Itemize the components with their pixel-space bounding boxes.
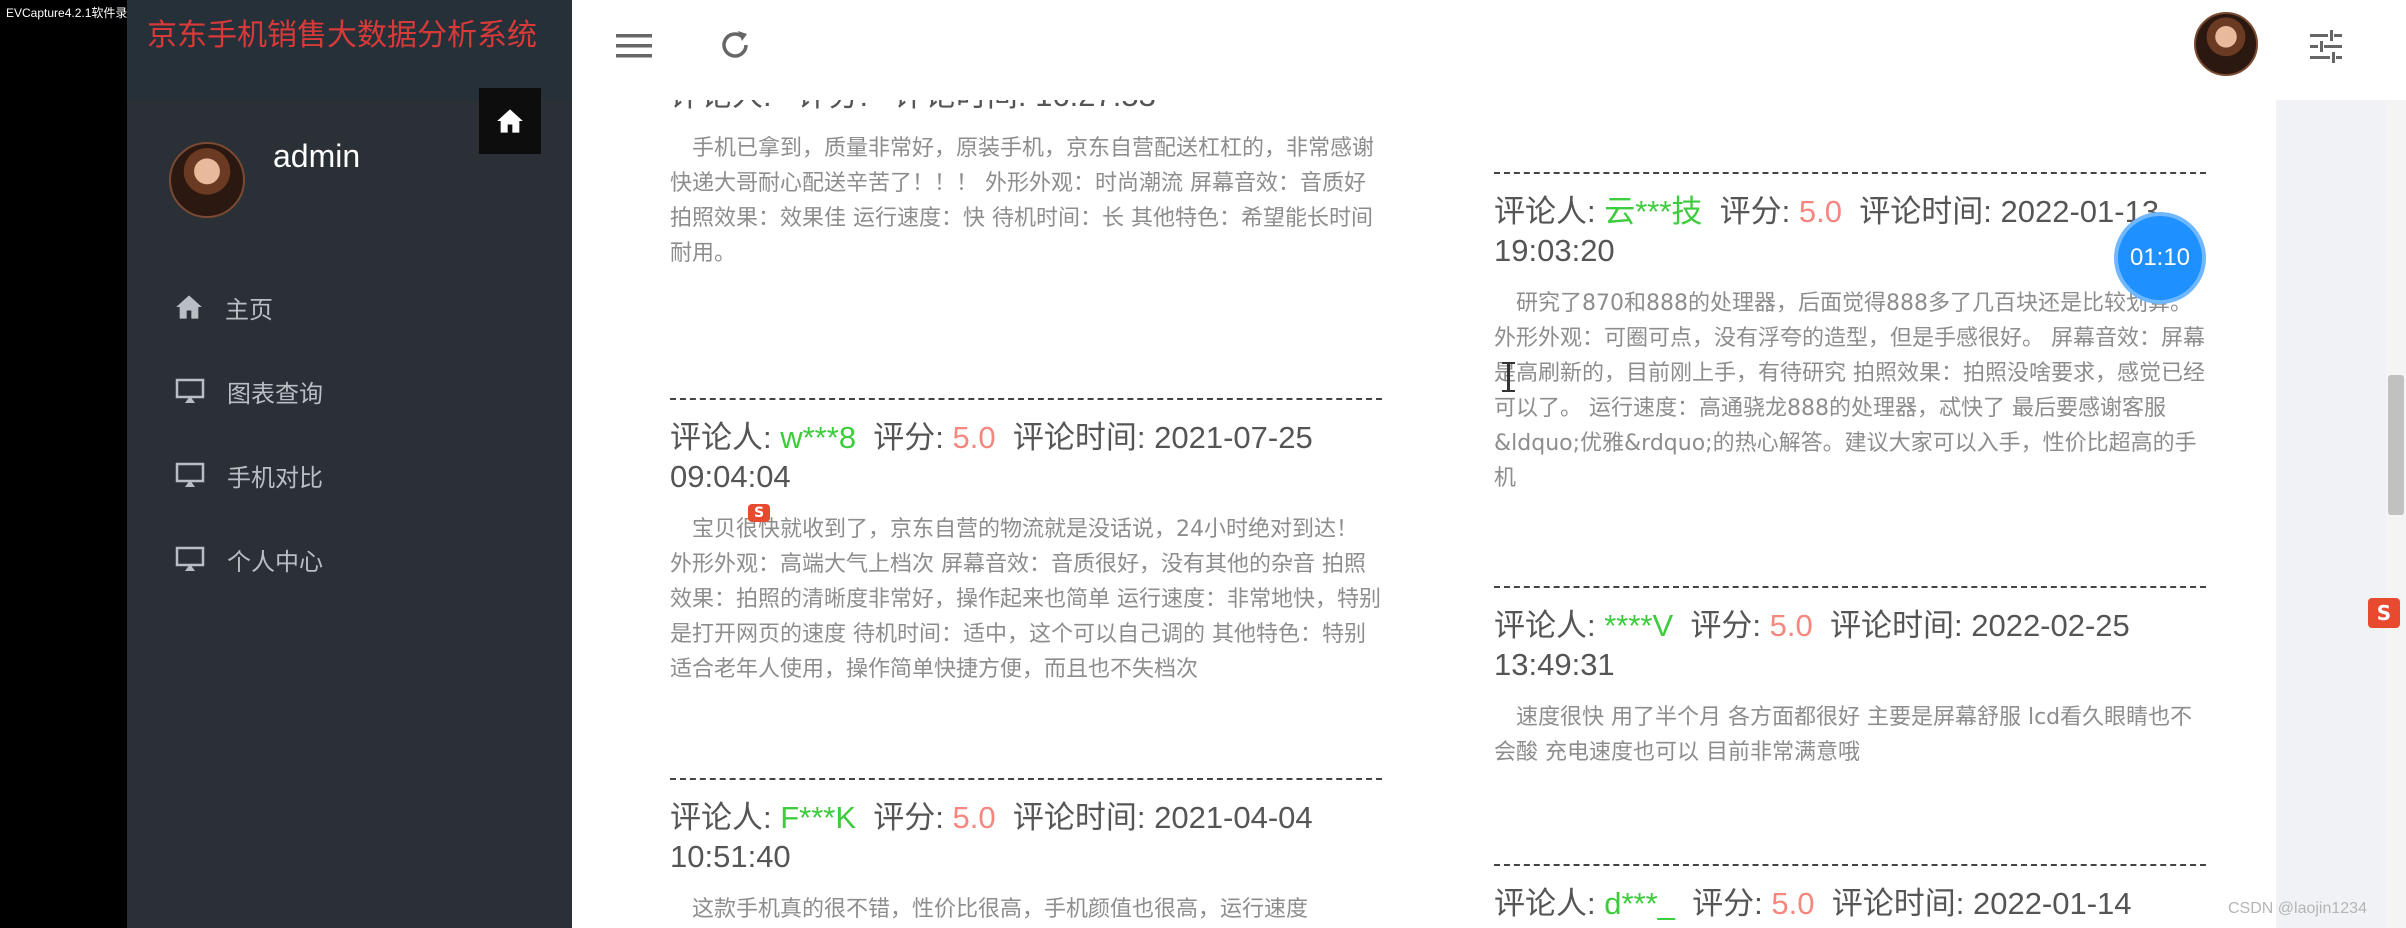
review-body: 速度很快 用了半个月 各方面都很好 主要是屏幕舒服 lcd看久眼睛也不会酸 充电… (1494, 705, 2193, 765)
review-card: 评论人: F***K 评分: 5.0 评论时间: 2021-04-04 10:5… (670, 798, 1382, 927)
sidebar: 京东手机销售大数据分析系统 admin 主页 图表查询 手机对比 个人中心 (127, 0, 572, 928)
review-header: 评论人: 云***技 评分: 5.0 评论时间: 2022-01-13 19:0… (1494, 192, 2206, 270)
review-header: 评论人: ****V 评分: 5.0 评论时间: 2022-02-25 13:4… (1494, 606, 2206, 684)
sidebar-item-chart-query[interactable]: 图表查询 (175, 349, 323, 433)
scrollbar-thumb[interactable] (2388, 375, 2404, 515)
right-gutter (2276, 100, 2386, 928)
time-label: 评论时间: (1859, 194, 2001, 229)
monitor-icon (175, 378, 205, 403)
score-label: 评分: (797, 100, 876, 113)
settings-button[interactable] (2308, 28, 2344, 68)
user-avatar[interactable] (2194, 12, 2258, 76)
avatar (169, 142, 245, 218)
time-label: 评论时间: (1829, 608, 1972, 643)
monitor-icon (175, 462, 205, 487)
reviewer-label: 评论人: (1494, 608, 1605, 643)
sidebar-item-profile[interactable]: 个人中心 (175, 517, 323, 601)
reviewer-name: F***K (780, 800, 857, 835)
review-content: 评论人: 评分: 评论时间: 16:27:53 手机已拿到，质量非常好，原装手机… (572, 100, 2276, 928)
review-card: 评论人: 评分: 评论时间: 16:27:53 手机已拿到，质量非常好，原装手机… (670, 100, 1382, 271)
capture-label: EVCapture4.2.1软件录制 (6, 6, 140, 20)
text-cursor-icon (1502, 362, 1515, 392)
reviewer-label: 评论人: (1494, 194, 1605, 229)
review-divider (670, 778, 1382, 780)
review-score: 5.0 (952, 800, 996, 835)
sidebar-item-label: 个人中心 (227, 547, 323, 576)
review-body: 研究了870和888的处理器，后面觉得888多了几百块还是比较划算。 外形外观：… (1494, 291, 2205, 491)
review-card: 评论人: ****V 评分: 5.0 评论时间: 2022-02-25 13:4… (1494, 606, 2206, 770)
review-time: 2022-01-14 (1972, 886, 2132, 921)
review-divider (1494, 586, 2206, 588)
reviewer-name: 云***技 (1604, 194, 1703, 229)
review-header: 评论人: w***8 评分: 5.0 评论时间: 2021-07-25 09:0… (670, 418, 1382, 496)
time-label: 评论时间: (894, 100, 1035, 113)
sidebar-item-label: 主页 (225, 295, 273, 324)
refresh-icon (722, 31, 748, 58)
score-label: 评分: (1690, 608, 1770, 643)
review-header: 评论人: d***_ 评分: 5.0 评论时间: 2022-01-14 (1494, 884, 2206, 923)
home-icon (176, 295, 202, 319)
reviewer-name: d***_ (1604, 886, 1675, 921)
score-label: 评分: (873, 420, 953, 455)
review-time: 16:27:53 (1035, 100, 1156, 113)
review-card: 评论人: d***_ 评分: 5.0 评论时间: 2022-01-14 (1494, 884, 2206, 928)
review-header: 评论人: F***K 评分: 5.0 评论时间: 2021-04-04 10:5… (670, 798, 1382, 876)
reviewer-label: 评论人: (670, 800, 781, 835)
review-score: 5.0 (1798, 194, 1843, 229)
sidebar-item-label: 图表查询 (227, 379, 323, 408)
review-divider (1494, 172, 2206, 174)
home-button[interactable] (479, 88, 541, 154)
review-card: 评论人: w***8 评分: 5.0 评论时间: 2021-07-25 09:0… (670, 418, 1382, 687)
input-method-icon: S (748, 504, 770, 522)
input-method-icon[interactable]: S (2368, 598, 2400, 628)
review-score: 5.0 (1769, 608, 1813, 643)
top-header (572, 0, 2406, 100)
sliders-icon (2310, 30, 2342, 63)
review-score: 5.0 (1771, 886, 1815, 921)
monitor-icon (175, 546, 205, 571)
score-label: 评分: (1719, 194, 1799, 229)
hamburger-icon (616, 34, 652, 58)
refresh-button[interactable] (718, 28, 752, 66)
review-body: 这款手机真的很不错，性价比很高，手机颜值也很高，运行速度 (692, 897, 1309, 922)
review-divider (1494, 864, 2206, 866)
review-divider (670, 398, 1382, 400)
reviewer-name: ****V (1604, 608, 1674, 643)
sidebar-item-home[interactable]: 主页 (175, 265, 323, 349)
reviewer-name: w***8 (780, 420, 857, 455)
sidebar-item-label: 手机对比 (227, 463, 323, 492)
brand-title: 京东手机销售大数据分析系统 (147, 18, 537, 53)
review-body: 手机已拿到，质量非常好，原装手机，京东自营配送杠杠的，非常感谢快递大哥耐心配送辛… (670, 136, 1375, 266)
username: admin (273, 138, 361, 174)
review-body: 宝贝很快就收到了，京东自营的物流就是没话说，24小时绝对到达！ 外形外观：高端大… (670, 517, 1381, 682)
reviewer-label: 评论人: (1494, 886, 1605, 921)
score-label: 评分: (1692, 886, 1772, 921)
menu-toggle-button[interactable] (616, 32, 652, 64)
review-card: 评论人: 云***技 评分: 5.0 评论时间: 2022-01-13 19:0… (1494, 192, 2206, 496)
sidebar-item-phone-compare[interactable]: 手机对比 (175, 433, 323, 517)
reviewer-label: 评论人: (670, 420, 781, 455)
review-header: 评论人: 评分: 评论时间: 16:27:53 (670, 100, 1382, 115)
review-score: 5.0 (952, 420, 996, 455)
time-label: 评论时间: (1012, 420, 1155, 455)
home-icon (497, 109, 523, 133)
score-label: 评分: (873, 800, 953, 835)
time-label: 评论时间: (1831, 886, 1973, 921)
recording-timer[interactable]: 01:10 (2118, 216, 2202, 300)
time-label: 评论时间: (1012, 800, 1155, 835)
reviewer-label: 评论人: (670, 100, 780, 113)
watermark: CSDN @laojin1234 (2228, 900, 2367, 917)
sidebar-menu: 主页 图表查询 手机对比 个人中心 (175, 265, 323, 601)
